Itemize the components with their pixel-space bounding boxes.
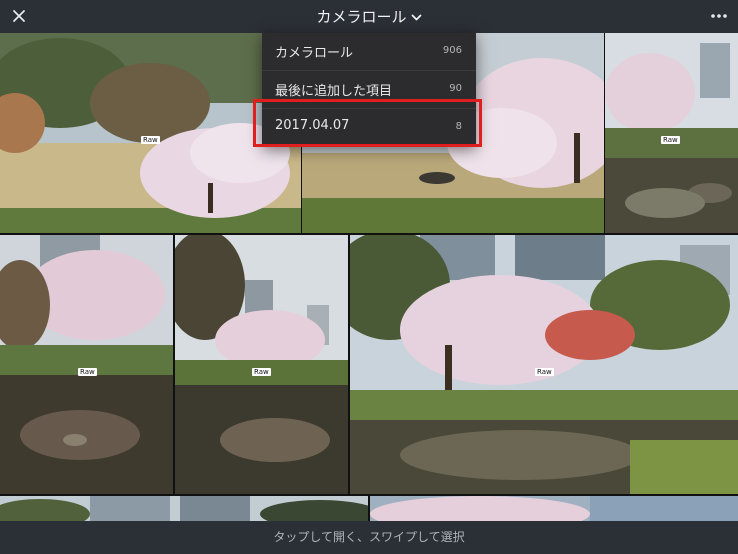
photo-thumbnail[interactable]: Raw	[175, 235, 348, 494]
raw-badge: Raw	[661, 136, 680, 144]
album-item-count: 90	[449, 83, 462, 94]
raw-badge: Raw	[252, 368, 271, 376]
raw-badge: Raw	[78, 368, 97, 376]
bottom-hint-bar: タップして開く、スワイプして選択	[0, 521, 738, 554]
photo-thumbnail[interactable]	[0, 496, 368, 521]
album-item-recently-added[interactable]: 最後に追加した項目 90	[262, 71, 476, 109]
raw-badge: Raw	[141, 136, 160, 144]
album-item-camera-roll[interactable]: カメラロール 906	[262, 33, 476, 71]
album-item-label: 最後に追加した項目	[275, 84, 393, 99]
photo-thumbnail[interactable]: Raw	[350, 235, 738, 494]
photo-thumbnail[interactable]: Raw	[0, 235, 173, 494]
album-title: カメラロール	[316, 8, 407, 26]
top-bar: カメラロール	[0, 0, 738, 33]
chevron-down-icon	[411, 9, 422, 21]
raw-badge: Raw	[535, 368, 554, 376]
photo-thumbnail[interactable]	[370, 496, 738, 521]
album-item-label: 2017.04.07	[275, 118, 350, 133]
photo-thumbnail[interactable]: Raw	[0, 33, 301, 233]
album-item-count: 906	[442, 45, 462, 56]
album-item-2017-04-07[interactable]: 2017.04.07 8	[262, 109, 476, 146]
album-dropdown-menu: カメラロール 906 最後に追加した項目 90 2017.04.07 8	[262, 33, 476, 146]
more-icon[interactable]	[708, 6, 730, 26]
album-item-label: カメラロール	[275, 46, 354, 61]
album-item-count: 8	[455, 121, 462, 132]
photo-thumbnail[interactable]: Raw	[605, 33, 738, 233]
album-title-dropdown[interactable]: カメラロール	[0, 6, 738, 27]
bottom-hint-text: タップして開く、スワイプして選択	[273, 530, 465, 544]
